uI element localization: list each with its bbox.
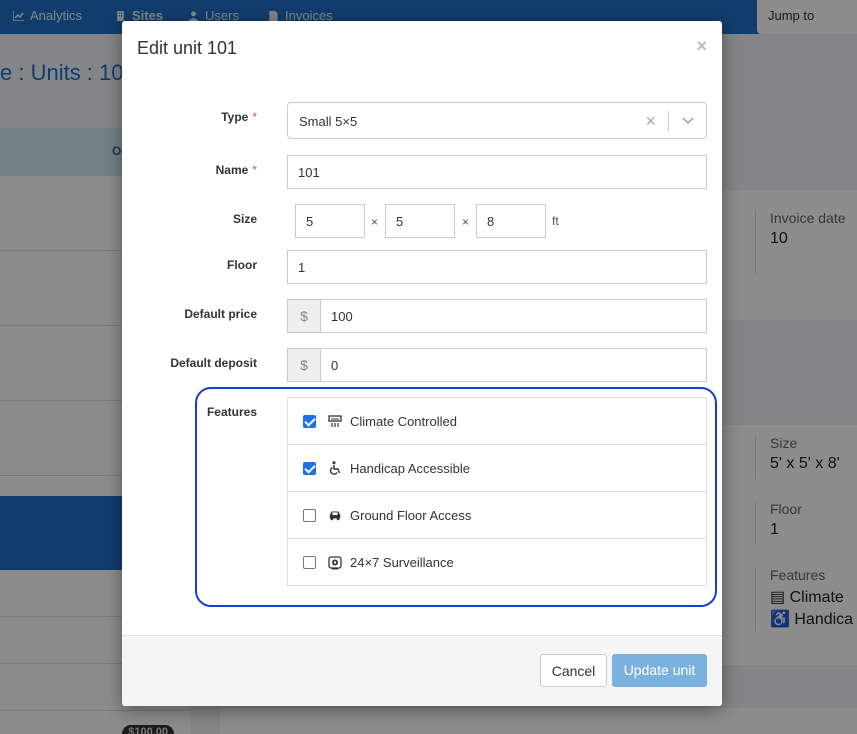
floor-input[interactable]: 1 — [287, 250, 707, 284]
update-unit-button[interactable]: Update unit — [612, 654, 707, 687]
required-mark: * — [252, 110, 257, 124]
type-select[interactable]: Small 5×5 × — [287, 102, 707, 139]
dollar-icon: $ — [287, 348, 320, 382]
name-input[interactable]: 101 — [287, 155, 707, 189]
size-unit: ft — [552, 214, 559, 228]
features-list: Climate Controlled Handicap Accessible G… — [287, 397, 707, 586]
feature-label: Handicap Accessible — [350, 460, 470, 476]
default-price-input[interactable]: 100 — [320, 299, 707, 333]
modal-title: Edit unit 101 — [137, 38, 238, 58]
type-select-value: Small 5×5 — [299, 114, 358, 129]
modal-footer: Cancel Update unit — [122, 635, 722, 706]
select-divider — [668, 111, 669, 131]
camera-icon — [328, 555, 342, 569]
feature-row-surveillance[interactable]: 24×7 Surveillance — [288, 539, 706, 586]
type-label-text: Type — [221, 110, 249, 124]
default-price-label: Default price — [184, 307, 257, 321]
surveillance-checkbox[interactable] — [303, 556, 316, 569]
close-icon[interactable]: × — [696, 36, 707, 57]
climate-checkbox[interactable] — [303, 414, 316, 428]
name-label: Name * — [216, 163, 257, 177]
required-mark: * — [252, 163, 257, 177]
car-icon — [329, 511, 341, 521]
default-deposit-label: Default deposit — [170, 356, 257, 370]
wheelchair-icon — [329, 461, 341, 475]
features-label: Features — [206, 405, 257, 419]
size-separator: × — [462, 215, 470, 229]
default-deposit-input[interactable]: 0 — [320, 348, 707, 382]
feature-row-climate[interactable]: Climate Controlled — [288, 398, 706, 445]
size-depth-input[interactable]: 5 — [385, 204, 455, 238]
feature-label: 24×7 Surveillance — [350, 555, 454, 570]
clear-icon[interactable]: × — [645, 111, 656, 132]
edit-unit-modal: Edit unit 101 × Type * Small 5×5 × Name * … — [122, 21, 722, 706]
feature-label: Climate Controlled — [350, 413, 457, 429]
type-label: Type * — [221, 110, 257, 124]
cancel-button[interactable]: Cancel — [540, 654, 607, 687]
air-conditioner-icon — [328, 415, 342, 427]
size-height-input[interactable]: 8 — [476, 204, 546, 238]
dollar-icon: $ — [287, 299, 320, 333]
size-width-input[interactable]: 5 — [295, 204, 365, 238]
size-separator: × — [371, 215, 379, 229]
feature-label: Ground Floor Access — [350, 507, 472, 523]
feature-row-ground-floor[interactable]: Ground Floor Access — [288, 492, 706, 539]
feature-row-handicap[interactable]: Handicap Accessible — [288, 445, 706, 492]
ground-floor-checkbox[interactable] — [303, 508, 316, 522]
chevron-down-icon[interactable] — [682, 116, 694, 126]
floor-label: Floor — [227, 258, 257, 272]
name-label-text: Name — [215, 163, 249, 177]
handicap-checkbox[interactable] — [303, 461, 316, 475]
size-label: Size — [232, 212, 257, 226]
